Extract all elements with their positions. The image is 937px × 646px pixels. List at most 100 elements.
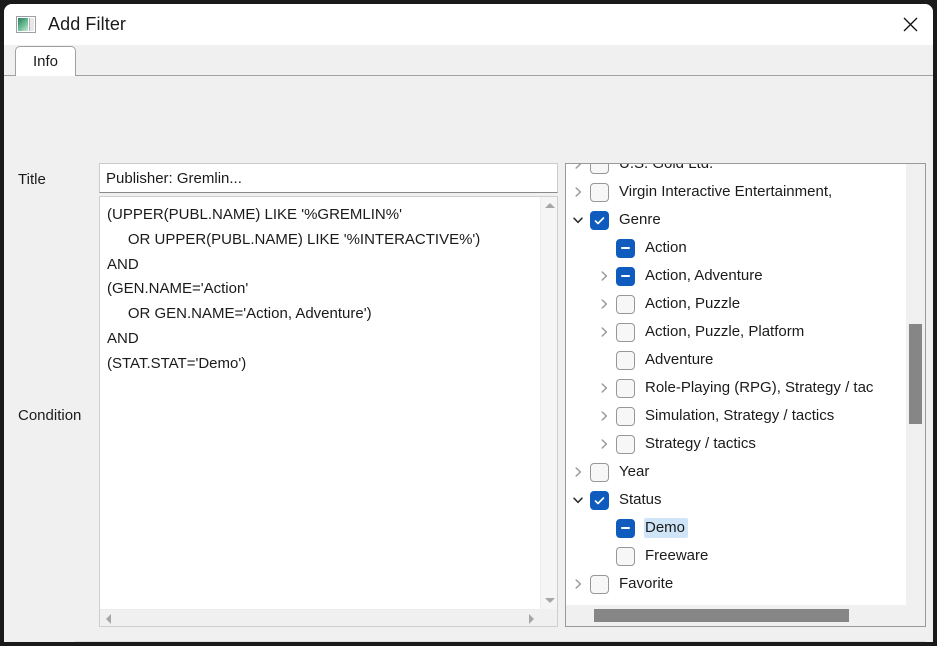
tree-row-label: Year [618, 462, 652, 482]
tree-checkbox[interactable] [616, 519, 635, 538]
tree-row[interactable]: Virgin Interactive Entertainment, [566, 178, 906, 206]
tree-row[interactable]: Status [566, 486, 906, 514]
tree-checkbox[interactable] [616, 239, 635, 258]
tree-row[interactable]: Freeware [566, 542, 906, 570]
tree-row-label: Adventure [644, 350, 716, 370]
tree-row-label: Strategy / tactics [644, 434, 759, 454]
tree-indent [566, 262, 592, 290]
tree-row[interactable]: Action, Puzzle [566, 290, 906, 318]
tree-row-label: Simulation, Strategy / tactics [644, 406, 837, 426]
tree-row[interactable]: Strategy / tactics [566, 430, 906, 458]
tree-checkbox[interactable] [616, 407, 635, 426]
tree-twisty-placeholder [592, 346, 616, 374]
chevron-right-icon[interactable] [566, 570, 590, 598]
tree-indent [566, 374, 592, 402]
tree-row[interactable]: Action, Adventure [566, 262, 906, 290]
filter-tree-panel: U.S. Gold Ltd. Virgin Interactive Enterta… [565, 163, 926, 627]
tree-row[interactable]: Genre [566, 206, 906, 234]
tree-vertical-scroll-thumb[interactable] [909, 324, 922, 424]
title-input[interactable] [99, 163, 558, 193]
chevron-right-icon[interactable] [592, 318, 616, 346]
scroll-right-icon[interactable] [523, 610, 540, 627]
tab-info-label: Info [33, 53, 58, 70]
tree-row[interactable]: Favorite [566, 570, 906, 598]
tree-indent [566, 514, 592, 542]
add-filter-dialog: Add Filter Info Title Condition (UPPER(P… [4, 4, 933, 642]
tree-row-label: Action, Puzzle, Platform [644, 322, 807, 342]
condition-text[interactable]: (UPPER(PUBL.NAME) LIKE '%GREMLIN%' OR UP… [100, 197, 540, 609]
tree-twisty-placeholder [592, 514, 616, 542]
scroll-down-icon[interactable] [541, 592, 558, 609]
tree-row-label: Freeware [644, 546, 711, 566]
tree-horizontal-scrollbar[interactable] [566, 605, 925, 626]
tree-vertical-scrollbar[interactable] [906, 164, 925, 605]
chevron-right-icon[interactable] [566, 458, 590, 486]
tree-checkbox[interactable] [590, 575, 609, 594]
tree-indent [566, 290, 592, 318]
result-text: The current filter condition produces a … [74, 641, 926, 642]
tree-row[interactable]: Year [566, 458, 906, 486]
tree-checkbox[interactable] [616, 379, 635, 398]
chevron-right-icon[interactable] [566, 178, 590, 206]
tree-checkbox[interactable] [616, 295, 635, 314]
scroll-left-icon[interactable] [100, 610, 117, 627]
tree-row-label: Demo [644, 518, 688, 538]
tree-checkbox[interactable] [590, 183, 609, 202]
condition-vertical-scrollbar[interactable] [540, 197, 557, 609]
close-icon[interactable] [887, 4, 933, 45]
tree-row-label: Action, Puzzle [644, 294, 743, 314]
tree-row-label: Virgin Interactive Entertainment, [618, 182, 835, 202]
chevron-right-icon[interactable] [592, 374, 616, 402]
tree-checkbox[interactable] [616, 323, 635, 342]
title-field-label: Title [18, 171, 46, 188]
tree-row-label: Favorite [618, 574, 676, 594]
tab-info[interactable]: Info [15, 46, 76, 76]
tree-checkbox[interactable] [616, 435, 635, 454]
tree-row[interactable]: Simulation, Strategy / tactics [566, 402, 906, 430]
tree-twisty-placeholder [592, 542, 616, 570]
chevron-right-icon[interactable] [592, 430, 616, 458]
tree-checkbox[interactable] [590, 164, 609, 174]
tree-row[interactable]: Action, Puzzle, Platform [566, 318, 906, 346]
tree-row[interactable]: Demo [566, 514, 906, 542]
filter-tree-viewport: U.S. Gold Ltd. Virgin Interactive Enterta… [566, 164, 906, 605]
tree-indent [566, 430, 592, 458]
tree-indent [566, 402, 592, 430]
tree-row-label: Role-Playing (RPG), Strategy / tac [644, 378, 876, 398]
tree-row-label: Status [618, 490, 665, 510]
tree-checkbox[interactable] [590, 211, 609, 230]
scroll-up-icon[interactable] [541, 197, 558, 214]
chevron-right-icon[interactable] [592, 402, 616, 430]
tree-indent [566, 542, 592, 570]
chevron-right-icon[interactable] [592, 290, 616, 318]
app-window-icon [16, 16, 36, 33]
tree-row[interactable]: U.S. Gold Ltd. [566, 164, 906, 178]
tab-bar: Info [4, 45, 933, 76]
chevron-right-icon[interactable] [566, 164, 590, 178]
condition-field-label: Condition [18, 407, 81, 424]
tree-horizontal-scroll-thumb[interactable] [594, 609, 849, 622]
tree-row[interactable]: Action [566, 234, 906, 262]
tree-row[interactable]: Role-Playing (RPG), Strategy / tac [566, 374, 906, 402]
chevron-down-icon[interactable] [566, 206, 590, 234]
condition-horizontal-scrollbar[interactable] [100, 609, 540, 626]
tree-indent [566, 346, 592, 374]
filter-tree: U.S. Gold Ltd. Virgin Interactive Enterta… [566, 164, 906, 598]
condition-editor[interactable]: (UPPER(PUBL.NAME) LIKE '%GREMLIN%' OR UP… [99, 196, 558, 627]
chevron-right-icon[interactable] [592, 262, 616, 290]
tree-row[interactable]: Adventure [566, 346, 906, 374]
tree-indent [566, 318, 592, 346]
scrollbar-corner [540, 609, 557, 626]
window-title: Add Filter [48, 14, 126, 35]
chevron-down-icon[interactable] [566, 486, 590, 514]
tree-indent [566, 234, 592, 262]
tree-checkbox[interactable] [616, 351, 635, 370]
tree-checkbox[interactable] [590, 491, 609, 510]
tree-row-label: Action [644, 238, 690, 258]
tree-row-label: Action, Adventure [644, 266, 766, 286]
tree-checkbox[interactable] [616, 267, 635, 286]
tree-twisty-placeholder [592, 234, 616, 262]
dialog-body: Title Condition (UPPER(PUBL.NAME) LIKE '… [4, 76, 933, 642]
tree-checkbox[interactable] [616, 547, 635, 566]
tree-checkbox[interactable] [590, 463, 609, 482]
